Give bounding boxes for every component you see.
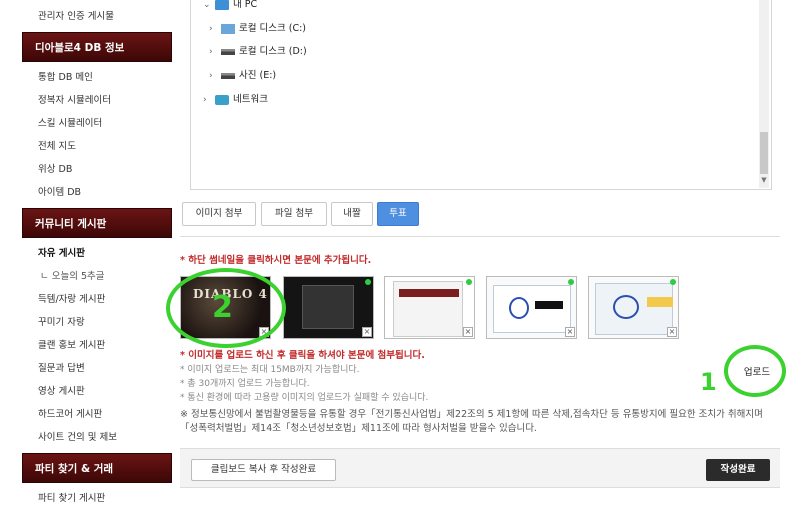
thumbnail-content bbox=[535, 301, 563, 309]
sidebar-section-party-trade: 파티 찾기 & 거래 bbox=[22, 453, 172, 483]
thumbnail-hint: * 하단 썸네일을 클릭하시면 본문에 추가됩니다. bbox=[180, 255, 372, 266]
sidebar-item-qna[interactable]: 질문과 답변 bbox=[22, 357, 172, 380]
chevron-right-icon[interactable]: › bbox=[209, 43, 221, 61]
sidebar-item-video-board[interactable]: 영상 게시판 bbox=[22, 380, 172, 403]
thumbnail-content bbox=[493, 285, 571, 333]
status-dot-icon bbox=[466, 279, 472, 285]
limit-note-count: * 총 30개까지 업로드 가능합니다. bbox=[180, 379, 310, 389]
status-dot-icon bbox=[670, 279, 676, 285]
network-icon bbox=[215, 94, 229, 105]
annotation-number-1: 1 bbox=[700, 368, 717, 396]
annotation-circle bbox=[613, 295, 639, 319]
tree-item-label: 사진 (E:) bbox=[239, 70, 277, 81]
sidebar-item-db-main[interactable]: 통합 DB 메인 bbox=[22, 66, 172, 89]
tree-item-disk-d[interactable]: › 로컬 디스크 (D:) bbox=[209, 43, 307, 61]
sidebar: 관리자 인증 게시물 디아블로4 DB 정보 통합 DB 메인 정복자 시뮬레이… bbox=[22, 0, 172, 511]
sidebar-item-party-board[interactable]: 파티 찾기 게시판 bbox=[22, 487, 172, 510]
tree-item-my-pc[interactable]: ⌄ 내 PC bbox=[203, 0, 257, 14]
thumbnail-content bbox=[302, 285, 354, 329]
tree-item-label: 로컬 디스크 (C:) bbox=[239, 23, 306, 34]
remove-icon[interactable]: × bbox=[463, 327, 473, 337]
drive-c-icon bbox=[221, 23, 235, 34]
chevron-right-icon[interactable]: › bbox=[209, 20, 221, 38]
drive-icon bbox=[221, 72, 235, 79]
tree-item-disk-c[interactable]: › 로컬 디스크 (C:) bbox=[209, 20, 306, 38]
sidebar-item-paragon-sim[interactable]: 정복자 시뮬레이터 bbox=[22, 89, 172, 112]
remove-icon[interactable]: × bbox=[667, 327, 677, 337]
status-dot-icon bbox=[568, 279, 574, 285]
tree-item-photos-e[interactable]: › 사진 (E:) bbox=[209, 67, 276, 85]
sidebar-item-today-best[interactable]: ㄴ 오늘의 5추글 bbox=[22, 265, 172, 288]
tree-item-network[interactable]: › 네트워크 bbox=[203, 91, 268, 109]
sidebar-item-loot-board[interactable]: 득템/자랑 게시판 bbox=[22, 288, 172, 311]
legal-notice: ※ 정보통신망에서 불법촬영물등을 유통할 경우「전기통신사업법」제22조의 5… bbox=[180, 409, 763, 434]
tree-item-label: 네트워크 bbox=[233, 94, 268, 105]
editor-footer: 클립보드 복사 후 작성완료 작성완료 bbox=[180, 448, 780, 488]
annotation-circle bbox=[509, 297, 529, 319]
drive-icon bbox=[221, 48, 235, 55]
thumbnail-content bbox=[399, 289, 459, 297]
thumbnail-4[interactable]: × bbox=[486, 276, 577, 339]
thumbnail-3[interactable]: × bbox=[384, 276, 475, 339]
sidebar-item-suggestion-board[interactable]: 사이트 건의 및 제보 bbox=[22, 426, 172, 449]
pc-icon bbox=[215, 0, 229, 10]
remove-icon[interactable]: × bbox=[565, 327, 575, 337]
submit-button[interactable]: 작성완료 bbox=[706, 459, 770, 481]
file-browser-panel: ⌄ 내 PC › 로컬 디스크 (C:) › 로컬 디스크 (D:) › 사진 (E:)… bbox=[190, 0, 772, 190]
status-dot-icon bbox=[365, 279, 371, 285]
sidebar-item-aspect-db[interactable]: 위상 DB bbox=[22, 158, 172, 181]
chevron-down-icon[interactable]: ⌄ bbox=[203, 0, 215, 14]
tab-vote[interactable]: 투표 bbox=[377, 202, 419, 226]
folder-icon bbox=[659, 297, 673, 307]
upload-hint: * 이미지를 업로드 하신 후 클릭을 하셔야 본문에 첨부됩니다. bbox=[180, 350, 425, 361]
sidebar-section-community: 커뮤니티 게시판 bbox=[22, 208, 172, 238]
scrollbar-thumb[interactable] bbox=[760, 132, 768, 174]
limit-note-size: * 이미지 업로드는 최대 15MB까지 가능합니다. bbox=[180, 365, 360, 375]
sidebar-item-skill-sim[interactable]: 스킬 시뮬레이터 bbox=[22, 112, 172, 135]
chevron-right-icon[interactable]: › bbox=[209, 67, 221, 85]
tree-item-label: 내 PC bbox=[233, 0, 258, 10]
remove-icon[interactable]: × bbox=[362, 327, 372, 337]
sidebar-item-hardcore-board[interactable]: 하드코어 게시판 bbox=[22, 403, 172, 426]
sidebar-item-free-board[interactable]: 자유 게시판 bbox=[22, 242, 172, 265]
clipboard-submit-button[interactable]: 클립보드 복사 후 작성완료 bbox=[191, 459, 336, 481]
scrollbar[interactable]: ▼ bbox=[759, 0, 769, 188]
thumbnail-2[interactable]: × bbox=[283, 276, 374, 339]
tree-item-label: 로컬 디스크 (D:) bbox=[239, 46, 307, 57]
sidebar-item-clan-board[interactable]: 클랜 홍보 게시판 bbox=[22, 334, 172, 357]
sidebar-item-item-db[interactable]: 아이템 DB bbox=[22, 181, 172, 204]
sidebar-item-full-map[interactable]: 전체 지도 bbox=[22, 135, 172, 158]
tab-my-images[interactable]: 내짤 bbox=[331, 202, 373, 226]
divider bbox=[180, 236, 780, 237]
thumbnail-5[interactable]: × bbox=[588, 276, 679, 339]
scroll-down-arrow-icon[interactable]: ▼ bbox=[759, 176, 769, 186]
annotation-number-2: 2 bbox=[212, 290, 233, 325]
sidebar-section-diablo-db: 디아블로4 DB 정보 bbox=[22, 32, 172, 62]
tab-image-attach[interactable]: 이미지 첨부 bbox=[182, 202, 256, 226]
limit-note-network: * 통신 환경에 따라 고용량 이미지의 업로드가 실패할 수 있습니다. bbox=[180, 393, 429, 403]
sidebar-item-cosmetic-board[interactable]: 꾸미기 자랑 bbox=[22, 311, 172, 334]
sidebar-item-admin-verified[interactable]: 관리자 인증 게시물 bbox=[22, 5, 172, 28]
tab-file-attach[interactable]: 파일 첨부 bbox=[261, 202, 327, 226]
chevron-right-icon[interactable]: › bbox=[203, 91, 215, 109]
upload-button[interactable]: 업로드 bbox=[737, 364, 777, 382]
